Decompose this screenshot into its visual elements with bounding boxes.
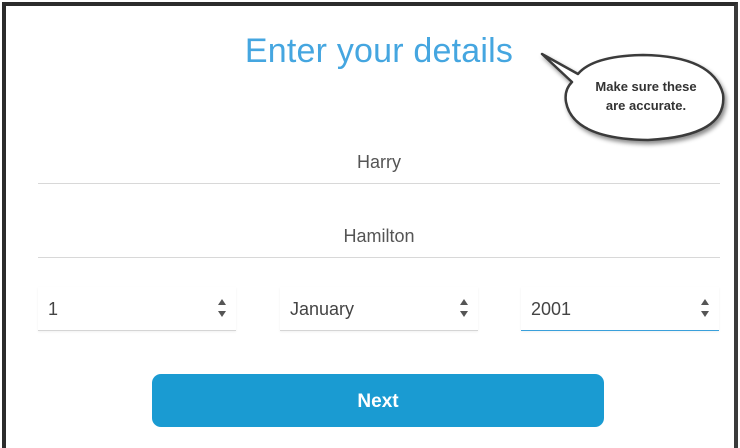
- last-name-input[interactable]: [38, 207, 720, 257]
- month-select[interactable]: January: [280, 287, 478, 331]
- month-value: January: [290, 299, 355, 319]
- up-down-arrows-icon: [460, 299, 468, 317]
- day-value: 1: [48, 299, 59, 319]
- callout-line-1: Make sure these: [595, 79, 697, 94]
- up-down-arrows-icon: [701, 299, 709, 317]
- first-name-input[interactable]: [38, 133, 720, 183]
- last-name-field[interactable]: [38, 207, 720, 258]
- callout-line-2: are accurate.: [605, 98, 687, 113]
- next-button[interactable]: Next: [152, 374, 604, 427]
- first-name-field[interactable]: [38, 133, 720, 184]
- callout-text: Make sure these are accurate.: [566, 77, 726, 115]
- day-select[interactable]: 1: [38, 287, 236, 331]
- year-value: 2001: [531, 299, 572, 319]
- year-select[interactable]: 2001: [521, 287, 719, 331]
- up-down-arrows-icon: [218, 299, 226, 317]
